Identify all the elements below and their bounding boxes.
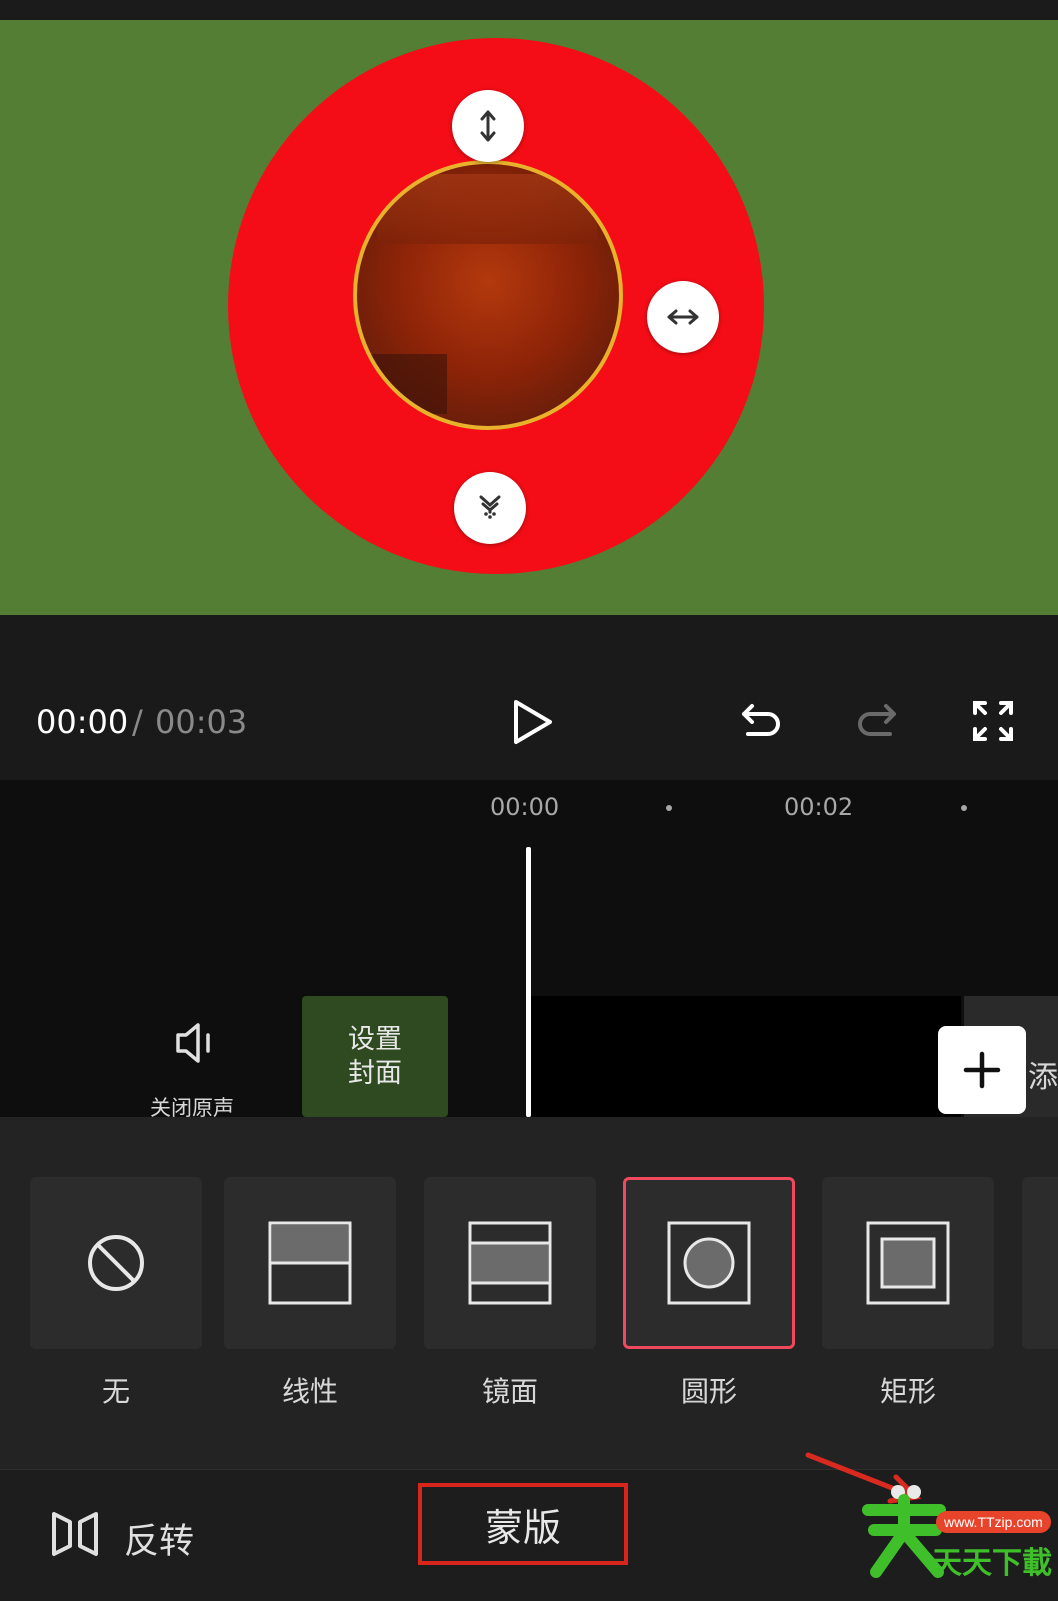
ruler-label: 00:02 (784, 793, 854, 821)
play-icon (514, 700, 552, 744)
mask-option-label: 矩形 (879, 1375, 936, 1408)
video-clip-track[interactable] (531, 996, 961, 1117)
ruler-tick (961, 805, 967, 811)
mask-option-label: 镜面 (481, 1375, 538, 1408)
play-button[interactable] (504, 696, 560, 748)
undo-button[interactable] (736, 696, 786, 746)
total-time: 00:03 (155, 703, 248, 741)
mask-option-none[interactable] (30, 1177, 202, 1349)
redo-button[interactable] (852, 696, 902, 746)
mute-original-button[interactable] (172, 1020, 220, 1070)
linear-mask-icon (268, 1221, 352, 1305)
mask-option-label: 圆形 (680, 1375, 737, 1408)
mask-option-rectangle[interactable] (822, 1177, 994, 1349)
none-icon (88, 1235, 144, 1291)
add-clip-button[interactable] (938, 1026, 1026, 1114)
set-cover-button[interactable]: 设置 封面 (302, 996, 448, 1117)
ruler-label: 00:00 (490, 793, 560, 821)
playhead[interactable] (526, 847, 531, 1117)
mask-tab[interactable]: 蒙版 (418, 1483, 628, 1565)
add-clip-label: 添 (1028, 1060, 1058, 1095)
mask-option-label: 线性 (281, 1375, 338, 1408)
ruler-tick (666, 805, 672, 811)
mask-circle-area[interactable] (353, 160, 623, 430)
watermark-brand: 天天下載 (932, 1546, 1052, 1581)
mask-option-linear[interactable] (224, 1177, 396, 1349)
flip-label[interactable]: 反转 (124, 1513, 194, 1564)
set-cover-label: 封面 (348, 1057, 402, 1089)
mask-option-mirror[interactable] (424, 1177, 596, 1349)
pixelated-content (367, 354, 447, 414)
feather-handle-icon[interactable] (454, 472, 526, 544)
rectangle-mask-icon (866, 1221, 950, 1305)
status-strip (0, 0, 1058, 20)
time-separator: / (132, 703, 143, 741)
mask-option-label: 无 (101, 1375, 130, 1408)
mask-tab-label: 蒙版 (484, 1505, 561, 1550)
vertical-resize-handle-icon[interactable] (452, 90, 524, 162)
watermark-site: www.TTzip.com (936, 1511, 1051, 1533)
set-cover-label: 设置 (348, 1023, 402, 1055)
horizontal-resize-handle-icon[interactable] (647, 281, 719, 353)
horizontal-arrows-icon (667, 309, 699, 325)
fullscreen-button[interactable] (968, 696, 1018, 746)
redo-icon (858, 704, 896, 736)
feather-chevron-icon (479, 495, 501, 519)
fullscreen-icon (973, 701, 1013, 741)
current-time: 00:00 (36, 703, 129, 741)
plus-icon (963, 1051, 1001, 1089)
mask-option-circle[interactable] (623, 1177, 795, 1349)
flip-icon (52, 1512, 98, 1556)
mask-option-more[interactable] (1022, 1177, 1058, 1349)
pixelated-content (377, 174, 597, 244)
undo-icon (742, 704, 780, 736)
mirror-mask-icon (468, 1221, 552, 1305)
flip-button[interactable] (50, 1508, 100, 1564)
circle-mask-icon (667, 1221, 751, 1305)
speaker-icon (176, 1023, 210, 1063)
vertical-arrows-icon (480, 110, 496, 142)
